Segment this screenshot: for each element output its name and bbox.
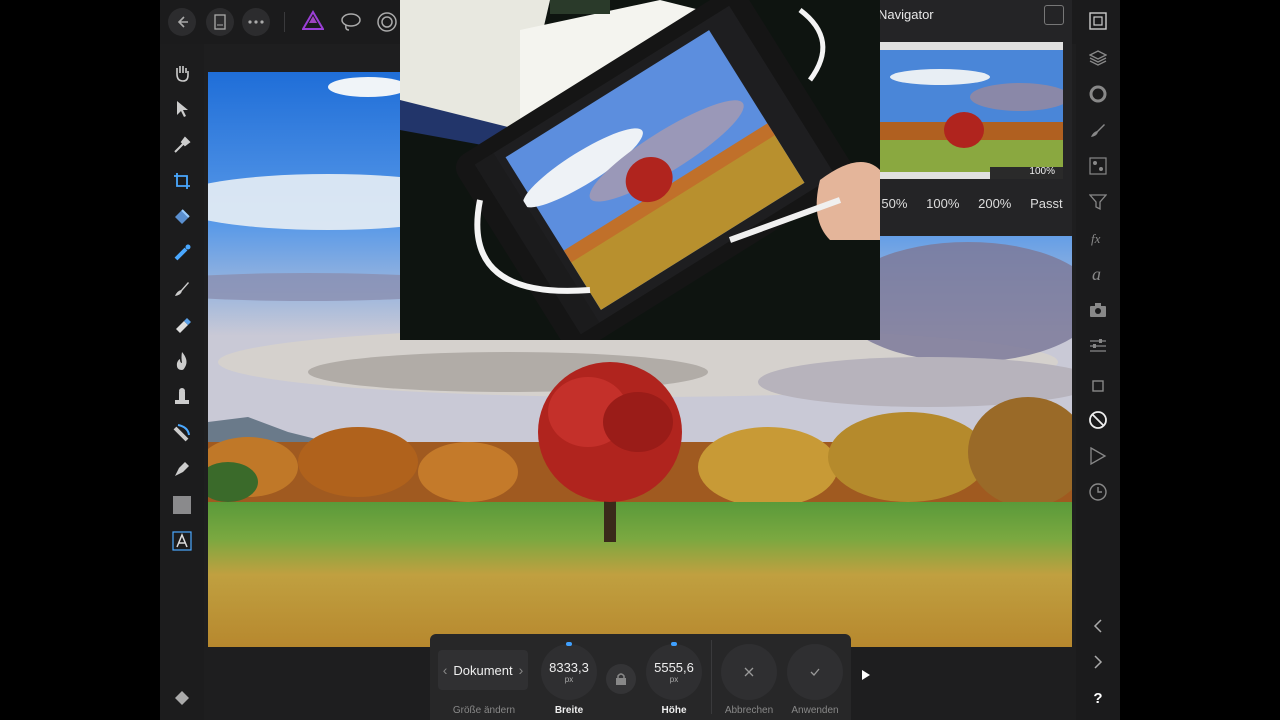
more-icon[interactable] [242,8,270,36]
history-icon[interactable] [1084,478,1112,506]
document-label: Dokument [453,662,513,678]
document-selector[interactable]: ‹ Dokument › [438,650,528,690]
close-icon [744,667,754,677]
snapshot-icon[interactable] [1084,296,1112,324]
height-dial[interactable]: 5555,6 px [646,642,702,700]
checkmark-icon [810,668,820,676]
affinity-persona-icon[interactable] [301,10,325,37]
tools-panel [160,44,204,720]
apply-button[interactable] [787,644,843,700]
width-value: 8333,3 [549,660,589,675]
resize-label: Größe ändern [452,705,516,716]
navigator-icon[interactable] [1084,7,1112,35]
flood-fill-icon[interactable] [168,684,196,712]
text-icon[interactable] [168,527,196,555]
height-unit: px [669,675,679,684]
affinity-photo-window: Navigator 100% 50% 100% 200% Passt fx a … [160,0,1120,720]
tone-icon[interactable] [1084,332,1112,360]
macro-icon[interactable] [1084,442,1112,470]
ipad-video-overlay [400,0,880,340]
svg-text:fx: fx [1091,231,1101,246]
navigator-compass-icon[interactable] [1084,406,1112,434]
lock-icon [616,673,626,685]
height-label: Höhe [661,705,687,716]
zoom-200-button[interactable]: 200% [976,196,1013,220]
transform-icon[interactable] [1084,372,1112,400]
liquify-icon[interactable] [376,11,398,38]
navigator-title: Navigator [878,7,934,22]
zoom-100-button[interactable]: 100% [924,196,961,220]
navigator-zoom-percent: 100% [1029,166,1055,177]
zoom-50-button[interactable]: 50% [879,196,909,220]
zoom-fit-button[interactable]: Passt [1028,196,1065,220]
crop-icon[interactable] [168,167,196,195]
chevron-right-icon: › [518,662,524,678]
document-icon[interactable] [206,8,234,36]
lock-aspect-button[interactable] [606,664,636,694]
resize-document-context-bar: ‹ Dokument › Größe ändern 8333,3 px Brei… [430,634,851,720]
prev-icon[interactable] [1084,612,1112,640]
height-dial-indicator [671,642,677,646]
studio-bar: fx a ? [1076,0,1120,720]
filters-icon[interactable] [1084,188,1112,216]
zoom-presets: 50% 100% 200% Passt [872,196,1072,220]
chevron-left-icon: ‹ [442,662,448,678]
clone-icon[interactable] [168,383,196,411]
width-unit: px [564,675,574,684]
burn-icon[interactable] [168,347,196,375]
navigator-panel: Navigator 100% 50% 100% 200% Passt [872,0,1072,236]
pen-icon[interactable] [168,455,196,483]
brushes-icon[interactable] [1084,116,1112,144]
width-label: Breite [554,705,584,716]
pin-icon[interactable] [1044,5,1064,25]
width-dial[interactable]: 8333,3 px [541,642,597,700]
adjustments-icon[interactable] [1084,80,1112,108]
eyedropper-icon[interactable] [168,131,196,159]
character-icon[interactable]: a [1084,260,1112,288]
svg-text:a: a [1092,265,1101,283]
paint-brush-icon[interactable] [168,275,196,303]
navigator-thumbnail[interactable]: 100% [880,42,1063,179]
hand-icon[interactable] [168,59,196,87]
back-arrow-icon[interactable] [168,8,196,36]
healing-icon[interactable] [168,419,196,447]
rectangle-icon[interactable] [168,491,196,519]
fill-icon[interactable] [168,203,196,231]
apply-label: Anwenden [791,705,839,716]
cancel-label: Abbrechen [724,705,774,716]
layers-icon[interactable] [1084,44,1112,72]
channels-icon[interactable] [1084,152,1112,180]
toolbar-divider [284,12,285,32]
cancel-button[interactable] [721,644,777,700]
eraser-icon[interactable] [168,311,196,339]
help-icon[interactable]: ? [1084,684,1112,712]
selection-brush-icon[interactable] [168,239,196,267]
play-icon[interactable] [862,670,870,680]
fx-icon[interactable]: fx [1084,224,1112,252]
context-divider [711,640,712,714]
lasso-icon[interactable] [340,12,362,37]
height-value: 5555,6 [654,660,694,675]
next-icon[interactable] [1084,648,1112,676]
move-icon[interactable] [168,95,196,123]
width-dial-indicator [566,642,572,646]
